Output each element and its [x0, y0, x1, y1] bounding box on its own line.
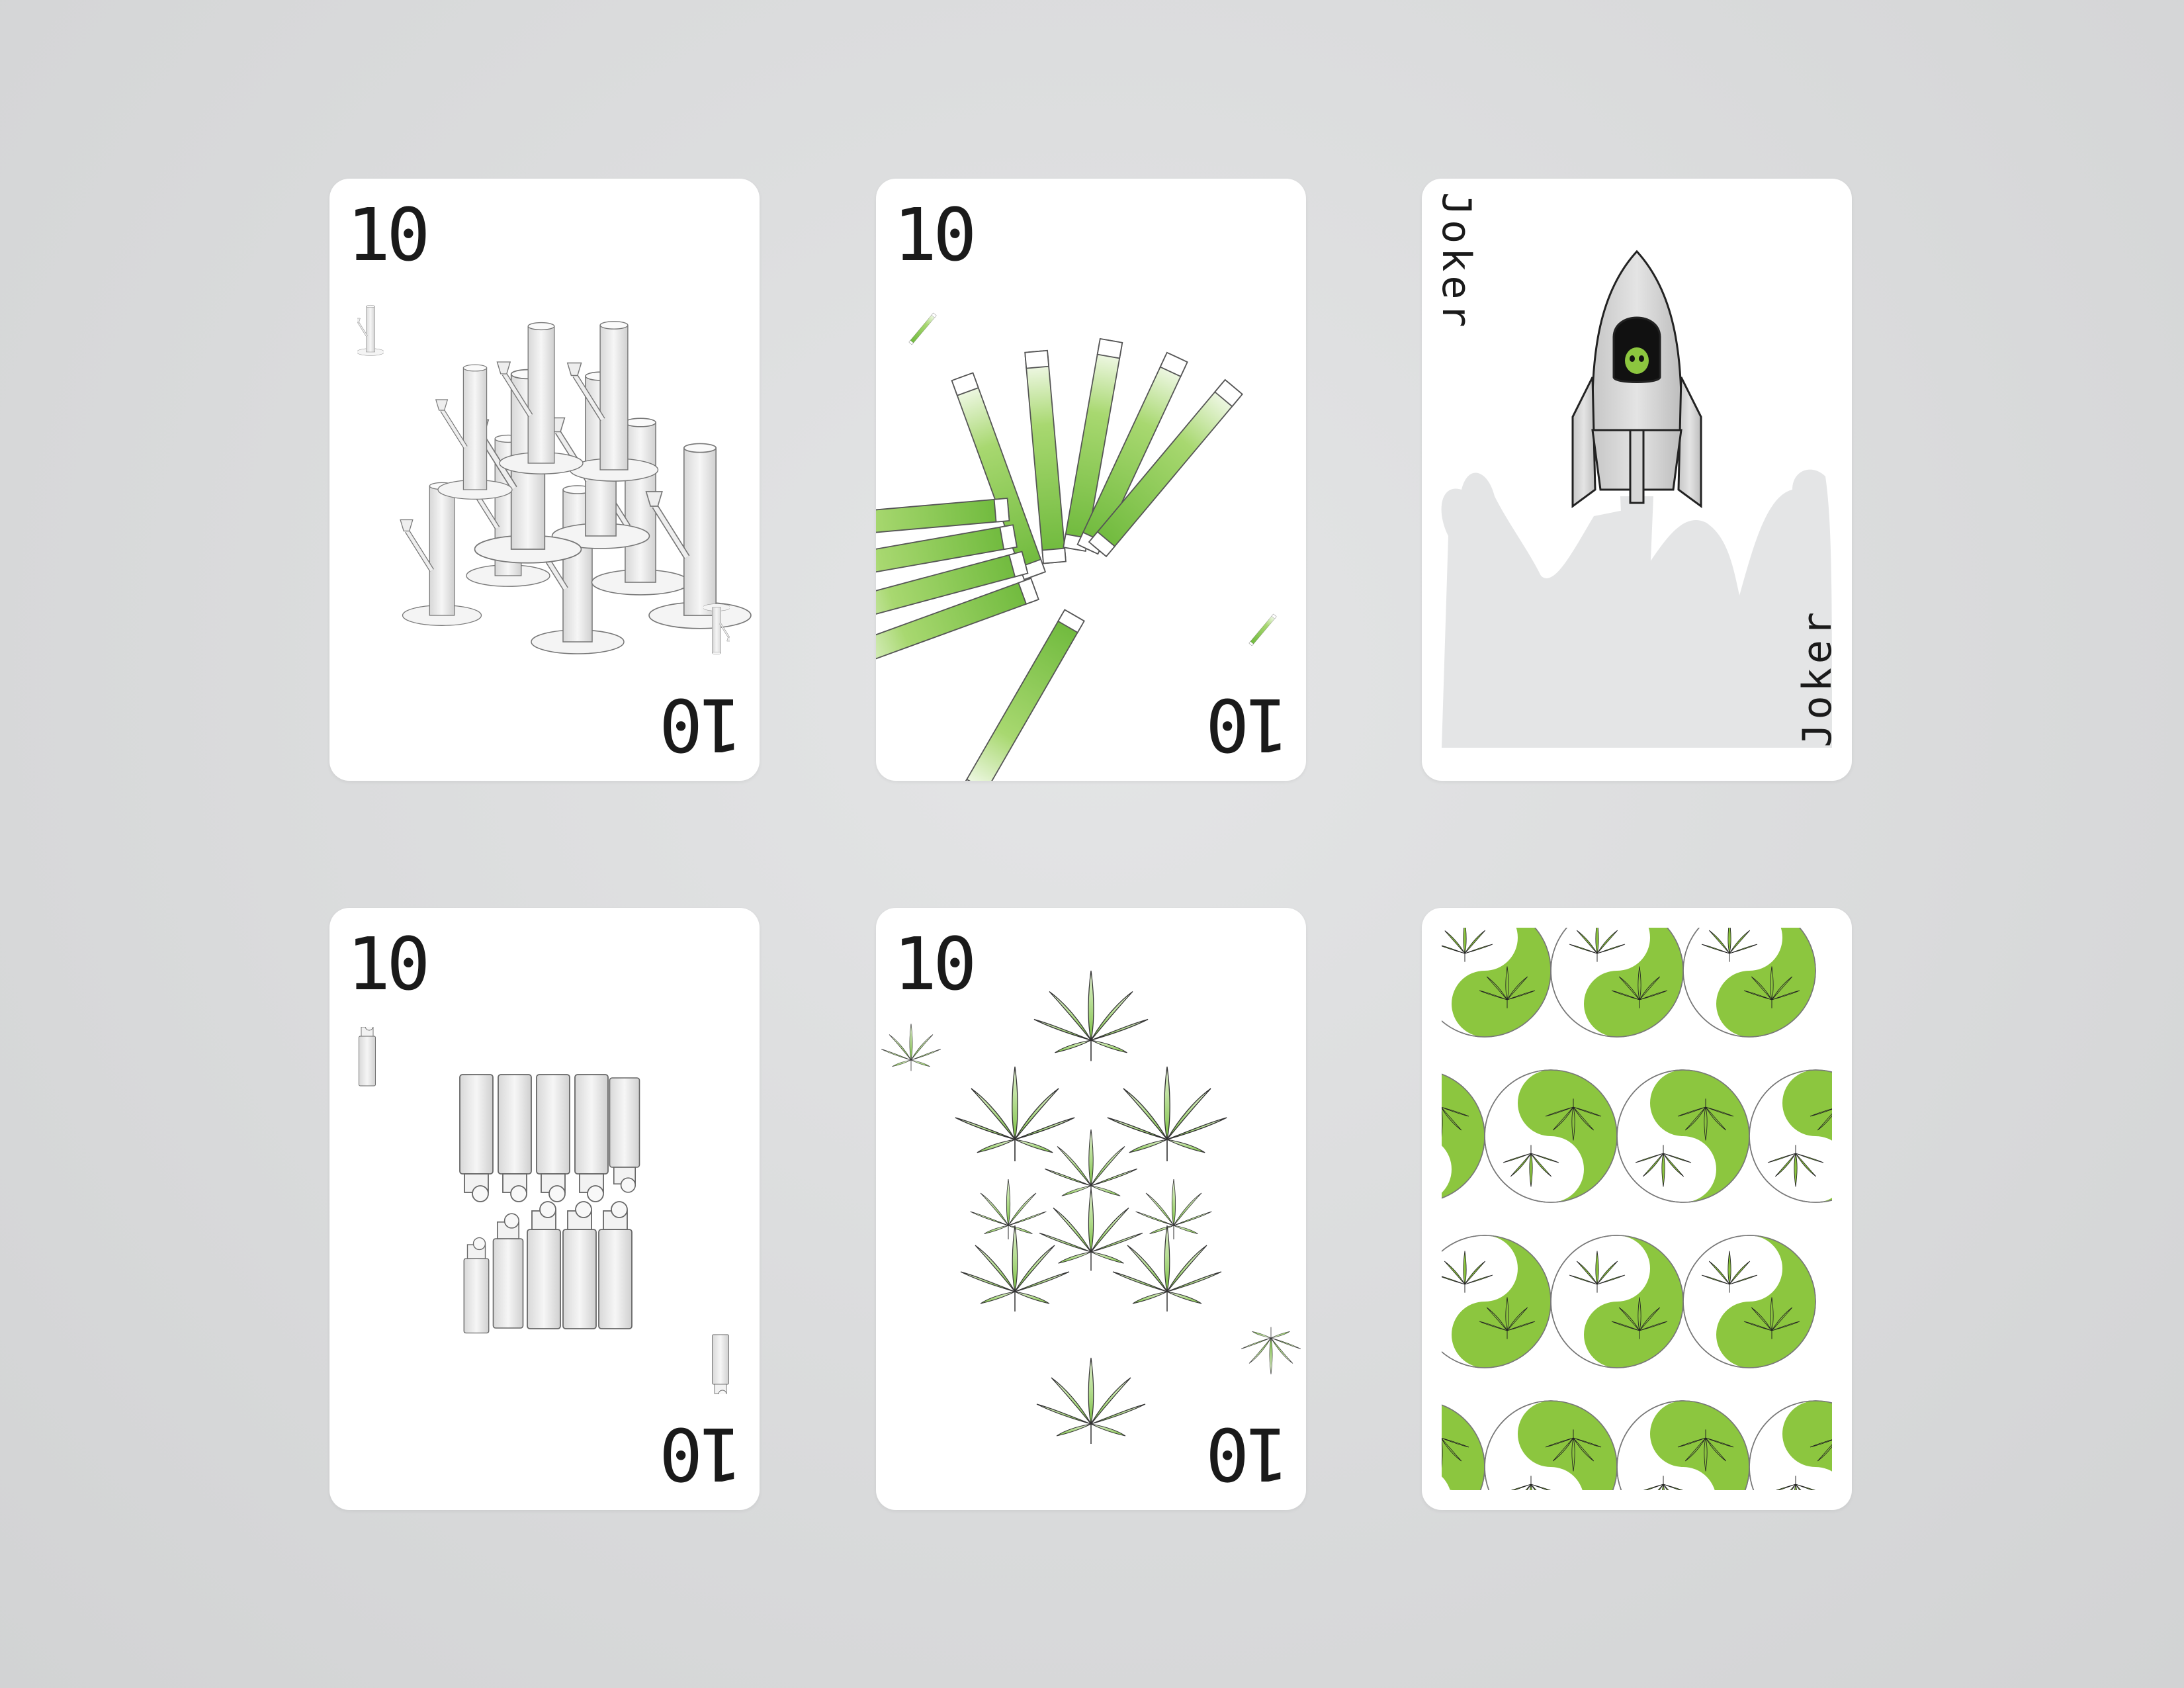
card-ten-of-bongs[interactable]: 10 10: [329, 179, 760, 781]
bong-icon: [357, 304, 384, 357]
rank-bottom-right: 10: [1209, 682, 1289, 767]
rank-bottom-right: 10: [662, 1411, 742, 1496]
joker-label-top: Joker: [1433, 192, 1479, 332]
card-joker[interactable]: Joker Joker: [1422, 179, 1852, 781]
rank-top-left: 10: [347, 922, 430, 1006]
joint-icon: [1248, 613, 1277, 646]
rank-top-left: 10: [893, 922, 977, 1006]
joint-icon: [908, 312, 937, 345]
card-ten-of-lighters[interactable]: 10 10: [329, 908, 760, 1510]
leaf-icon: [881, 1023, 941, 1071]
bong-icon: [703, 603, 730, 656]
card-back[interactable]: [1422, 908, 1852, 1510]
lighter-icon: [712, 1334, 729, 1394]
leaf-icon: [1241, 1327, 1301, 1375]
rank-top-left: 10: [347, 193, 430, 277]
rocket-illustration: [1441, 249, 1832, 748]
lighter-icon: [359, 1027, 376, 1087]
card-ten-of-joints[interactable]: 10 10: [876, 179, 1306, 781]
joker-label-bottom: Joker: [1794, 608, 1841, 748]
rank-bottom-right: 10: [662, 682, 742, 767]
rank-bottom-right: 10: [1209, 1411, 1289, 1496]
rank-top-left: 10: [893, 193, 977, 277]
yin-yang-leaf-pattern: [1422, 908, 1852, 1510]
card-ten-of-leaves[interactable]: 10 10: [876, 908, 1306, 1510]
